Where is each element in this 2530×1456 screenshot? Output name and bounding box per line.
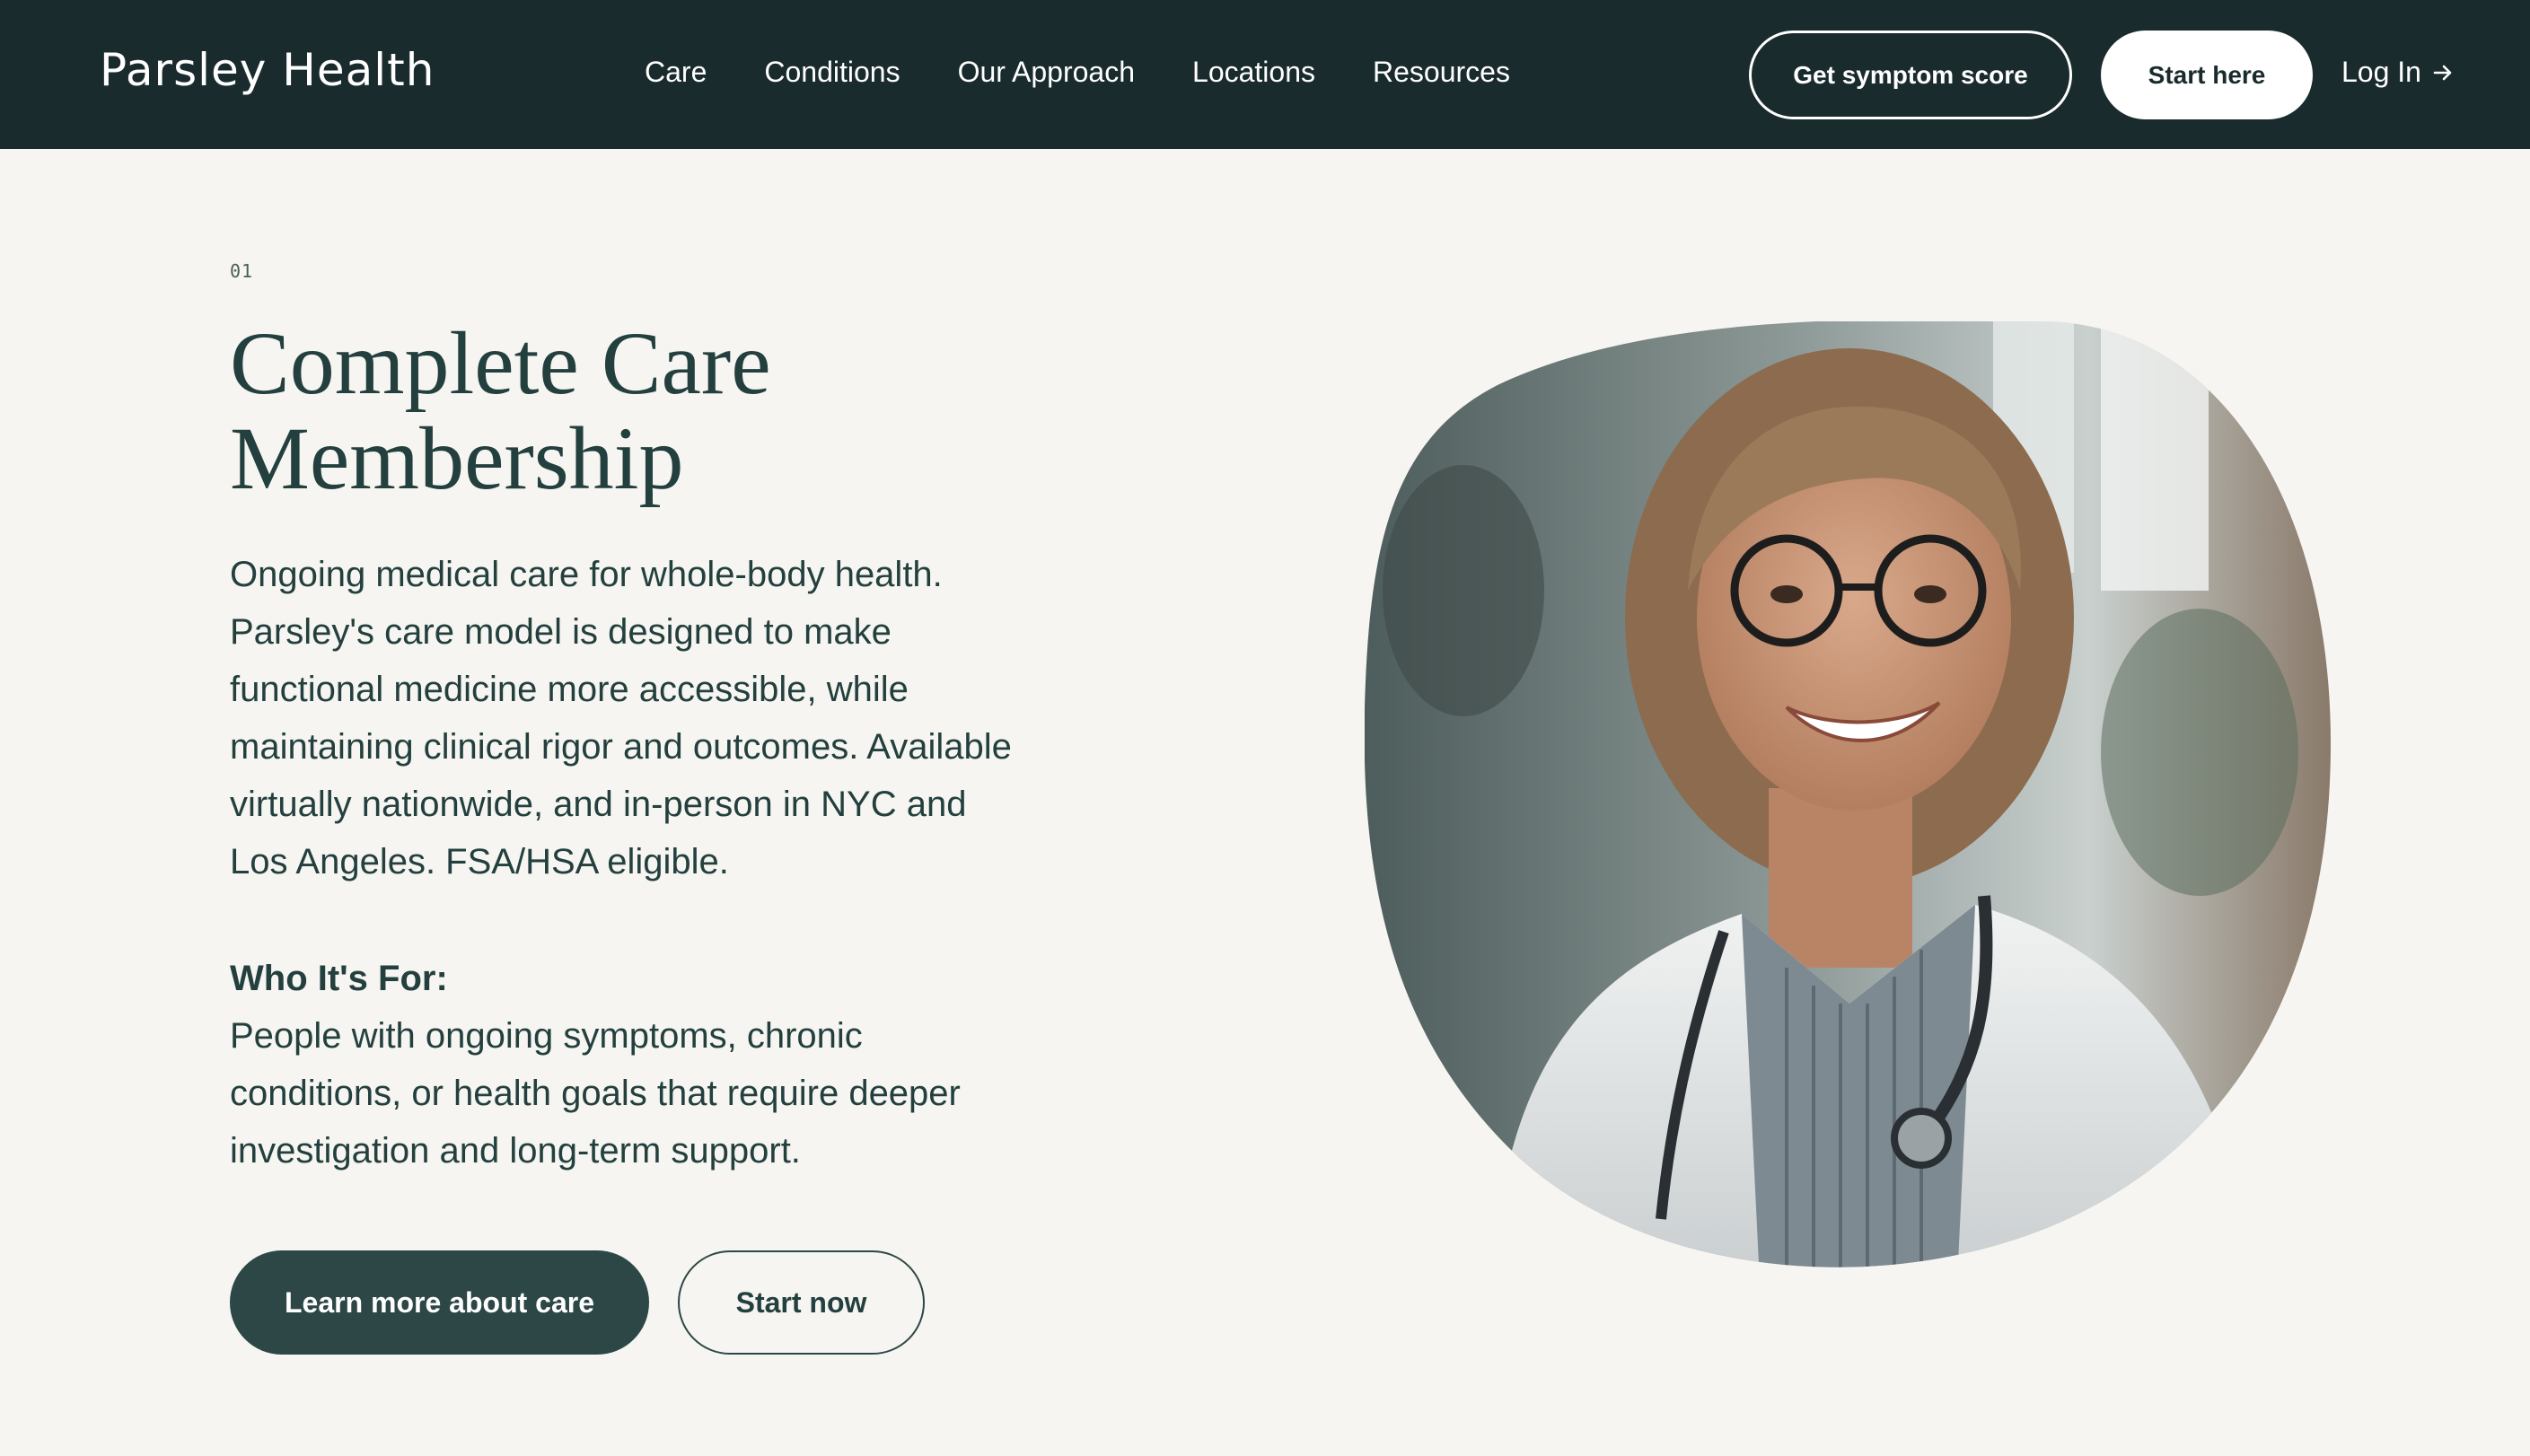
site-header: Parsley Health Care Conditions Our Appro… — [0, 0, 2530, 149]
main-nav: Care Conditions Our Approach Locations R… — [645, 56, 1510, 89]
doctor-photo — [1365, 321, 2331, 1282]
membership-description: Ongoing medical care for whole-body heal… — [230, 555, 1012, 881]
nav-item-care[interactable]: Care — [645, 56, 707, 89]
parsley-health-logo[interactable]: Parsley Health — [100, 44, 435, 96]
section-number: 01 — [230, 260, 254, 282]
get-symptom-score-button[interactable]: Get symptom score — [1749, 31, 2072, 119]
login-link[interactable]: Log In — [2341, 56, 2454, 89]
start-here-button[interactable]: Start here — [2101, 31, 2313, 119]
who-its-for-text: People with ongoing symptoms, chronic co… — [230, 1016, 961, 1171]
login-label: Log In — [2341, 56, 2421, 88]
nav-item-conditions[interactable]: Conditions — [764, 56, 900, 89]
title-line-1: Complete Care — [230, 313, 771, 413]
nav-item-resources[interactable]: Resources — [1373, 56, 1510, 89]
nav-item-our-approach[interactable]: Our Approach — [958, 56, 1135, 89]
nav-item-locations[interactable]: Locations — [1192, 56, 1315, 89]
start-now-button[interactable]: Start now — [678, 1250, 925, 1355]
title-line-2: Membership — [230, 408, 684, 508]
page-title: Complete Care Membership — [230, 316, 1038, 506]
learn-more-about-care-button[interactable]: Learn more about care — [230, 1250, 649, 1355]
arrow-right-icon — [2432, 62, 2454, 83]
who-its-for-label: Who It's For: — [230, 959, 448, 998]
